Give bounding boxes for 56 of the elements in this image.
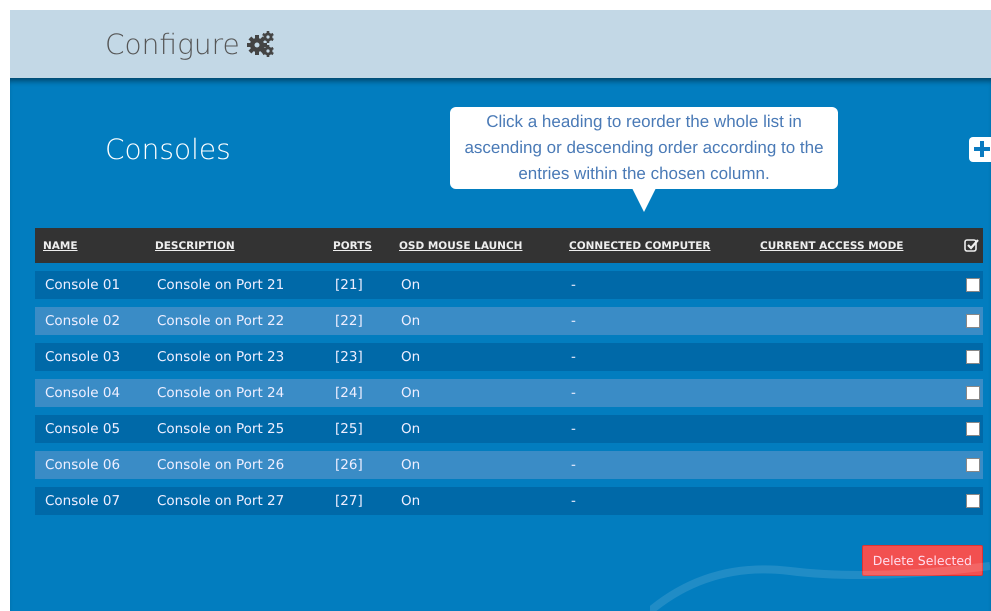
row-checkbox[interactable] xyxy=(966,458,980,472)
table-cell-text: On xyxy=(401,385,422,401)
row-checkbox[interactable] xyxy=(966,386,980,400)
column-heading[interactable]: CONNECTED COMPUTER xyxy=(569,240,760,252)
table-cell-text: [21] xyxy=(335,277,364,293)
table-cell-text: - xyxy=(571,385,577,401)
column-heading[interactable]: PORTS xyxy=(333,240,399,252)
table-cell-text: - xyxy=(571,457,577,473)
table-cell-text: Console 03 xyxy=(45,349,122,365)
row-checkbox[interactable] xyxy=(966,278,980,292)
table-cell-text: - xyxy=(571,313,577,329)
page-title: Configure xyxy=(105,28,240,60)
table-cell-text: Console on Port 27 xyxy=(157,493,286,509)
add-button[interactable] xyxy=(969,136,991,162)
table-cell-text: - xyxy=(571,349,577,365)
table-cell-text: [23] xyxy=(335,349,364,365)
column-heading[interactable]: OSD MOUSE LAUNCH xyxy=(399,240,569,252)
table-cell-text: - xyxy=(571,421,577,437)
table-cell-text: - xyxy=(571,277,577,293)
plus-icon xyxy=(973,140,991,158)
table-cell-text: Console on Port 22 xyxy=(157,313,286,329)
table-cell-text: On xyxy=(401,313,422,329)
table-cell-text: Console 01 xyxy=(45,277,122,293)
table-cell-text: - xyxy=(571,493,577,509)
table-cell-text: On xyxy=(401,421,422,437)
table-cell-text: [25] xyxy=(335,421,364,437)
table-cell-text: On xyxy=(401,349,422,365)
column-heading[interactable]: DESCRIPTION xyxy=(155,240,333,252)
table-cell-text: On xyxy=(401,277,422,293)
table-cell-text: Console 04 xyxy=(45,385,122,401)
table-cell-text: Console on Port 26 xyxy=(157,457,286,473)
table-cell-text: Console on Port 21 xyxy=(157,277,286,293)
table-cell-text: Console on Port 25 xyxy=(157,421,286,437)
row-checkbox[interactable] xyxy=(966,422,980,436)
table-cell-text: Console 05 xyxy=(45,421,122,437)
section-title: Consoles xyxy=(105,132,231,166)
table-cell-text: Console 06 xyxy=(45,457,122,473)
callout-pointer xyxy=(632,188,656,212)
column-heading[interactable]: NAME xyxy=(43,240,155,252)
table-cell-text: On xyxy=(401,457,422,473)
checkbox-checked-icon[interactable] xyxy=(964,238,980,253)
row-checkbox[interactable] xyxy=(966,314,980,328)
table-cell-text: [22] xyxy=(335,313,364,329)
table-cell-text: [27] xyxy=(335,493,364,509)
table-cell-text: [24] xyxy=(335,385,364,401)
row-checkbox[interactable] xyxy=(966,350,980,364)
table-cell-text: Console on Port 23 xyxy=(157,349,286,365)
gears-icon xyxy=(246,30,276,58)
table-cell-text: On xyxy=(401,493,422,509)
tooltip-callout: Click a heading to reorder the whole list in ascending or descending order according to the entries within the chosen column. xyxy=(450,107,838,189)
table-cell-text: Console 07 xyxy=(45,493,122,509)
column-heading[interactable]: CURRENT ACCESS MODE xyxy=(760,240,942,252)
table-cell-text: [26] xyxy=(335,457,364,473)
row-checkbox[interactable] xyxy=(966,494,980,508)
table-cell-text: Console on Port 24 xyxy=(157,385,286,401)
table-cell-text: Console 02 xyxy=(45,313,122,329)
